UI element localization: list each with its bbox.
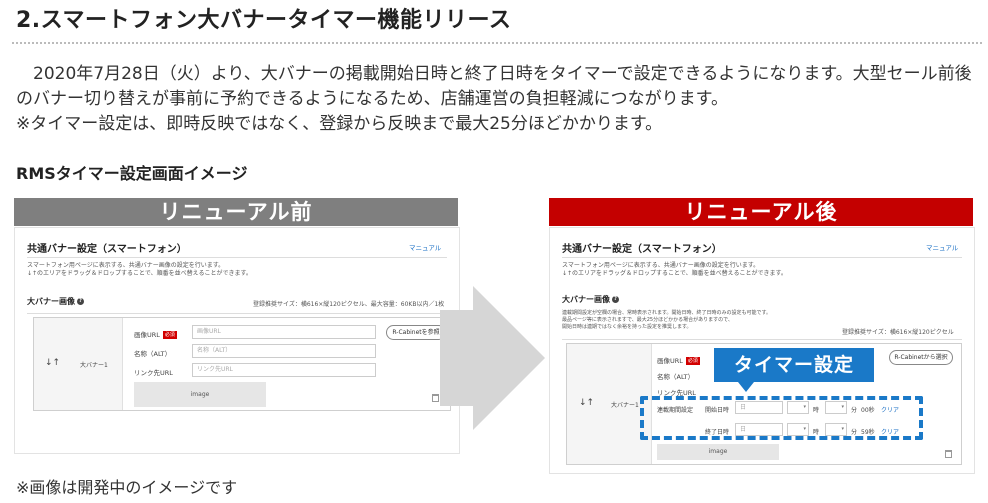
panel-title: 共通バナー設定（スマートフォン） [27,244,187,255]
banner-row-label: 大バナー1 [80,362,108,369]
divider [562,339,962,340]
article-title: 2.スマートフォン大バナータイマー機能リリース [16,8,512,33]
divider [562,257,962,258]
required-badge: 必須 [685,357,700,365]
required-badge: 必須 [162,331,177,339]
dotted-divider [12,42,982,44]
alt-input[interactable]: 名称（ALT） [192,344,376,358]
size-note: 登録推奨サイズ：横616×縦120ピクセル、最大容量：60KB以内／1枚 [253,301,445,308]
panel-title: 共通バナー設定（スマートフォン） [562,244,722,255]
drag-handle-icon[interactable]: ↓↑ [45,358,60,368]
link-url-input[interactable]: リンク先URL [192,363,376,377]
image-url-label: 画像URL 必須 [134,329,177,339]
arrow-body [440,310,476,406]
image-footnote: ※画像は開発中のイメージです [16,478,238,497]
panel-description: スマートフォン用ページに表示する、共通バナー画像の設定を行います。 [562,262,760,269]
rcabinet-button[interactable]: R-Cabinetから選択 [889,350,953,365]
image-url-input[interactable]: 画像URL [192,325,376,339]
banner-row-label: 大バナー1 [611,402,639,409]
alt-label: 名称（ALT） [134,350,172,358]
drag-handle-icon[interactable]: ↓↑ [579,398,594,408]
link-url-label: リンク先URL [134,369,173,377]
manual-link[interactable]: マニュアル [409,242,441,252]
before-screenshot-panel: 共通バナー設定（スマートフォン） マニュアル スマートフォン用ページに表示する、… [14,227,460,454]
period-note-1: 連載期間設定が空欄の場合、常時表示されます。開始日時、終了日時のみの設定も可能で… [562,310,772,316]
timer-callout-label: タイマー設定 [714,348,874,392]
panel-description-drag: ↓↑のエリアをドラッグ＆ドロップすることで、順番を並べ替えることができます。 [27,270,252,277]
timer-highlight-box [640,396,923,440]
period-note-3: 開始日時は連期ではなく余裕を持った設定を推奨します。 [562,324,692,330]
help-icon[interactable]: ? [77,298,84,305]
rcabinet-button[interactable]: R-Cabinetを参照 [386,325,446,340]
panel-description: スマートフォン用ページに表示する、共通バナー画像の設定を行います。 [27,262,225,269]
section-title: 大バナー画像? [27,296,84,307]
panel-description-drag: ↓↑のエリアをドラッグ＆ドロップすることで、順番を並べ替えることができます。 [562,270,787,277]
banner-row[interactable]: ↓↑ 大バナー1 画像URL 必須 画像URL R-Cabinetを参照 名称（A… [33,317,451,411]
intro-text: 2020年7月28日（火）より、大バナーの掲載開始日時と終了日時をタイマーで設定… [16,62,984,137]
section-title: 大バナー画像? [562,294,619,305]
right-arrow-icon [473,286,545,430]
period-note-2: 最品ページ等に表示されますで、最大25分ほどかかる場合がありますので、 [562,317,733,323]
image-url-label: 画像URL 必須 [657,355,700,365]
image-url-label-text: 画像URL [134,331,160,339]
divider [27,313,447,314]
banner-image-preview: image [657,444,779,460]
divider [27,257,447,258]
section-title-text: 大バナー画像 [27,297,75,306]
alt-label: 名称（ALT） [657,373,695,381]
before-banner: リニューアル前 [14,198,458,226]
section-title-text: 大バナー画像 [562,295,610,304]
size-note: 登録推奨サイズ：横616×縦120ピクセル [842,329,954,336]
help-icon[interactable]: ? [612,296,619,303]
trash-icon[interactable] [945,450,952,458]
banner-image-preview: image [134,382,266,407]
banner-row-handle[interactable]: ↓↑ 大バナー1 [34,318,123,410]
intro-note: ※タイマー設定は、即時反映ではなく、登録から反映まで最大25分ほどかかります。 [16,114,663,134]
after-banner: リニューアル後 [549,198,973,226]
section-subheading: RMSタイマー設定画面イメージ [16,164,248,183]
image-url-label-text: 画像URL [657,357,683,365]
manual-link[interactable]: マニュアル [926,242,958,252]
trash-icon[interactable] [432,394,439,402]
intro-paragraph: 2020年7月28日（火）より、大バナーの掲載開始日時と終了日時をタイマーで設定… [16,64,972,109]
